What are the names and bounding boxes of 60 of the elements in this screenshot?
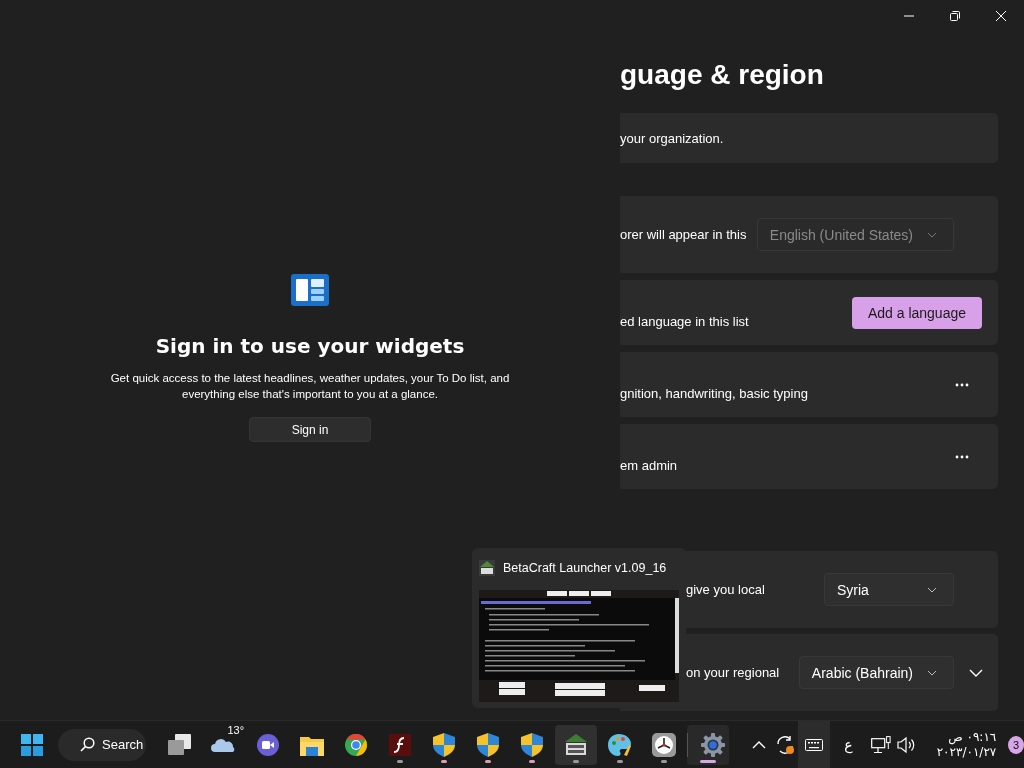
sign-in-button[interactable]: Sign in [249,417,371,442]
sync-icon [775,734,796,755]
dropdown[interactable]: Syria [824,573,954,606]
setting-description: give you local [685,582,766,597]
grass-block-icon [479,560,495,576]
chevron-down-icon [927,231,937,238]
taskbar-button[interactable]: 13° [203,724,246,765]
task-view-icon [168,733,193,756]
close-icon [995,10,1007,22]
page-title: guage & region [620,58,825,92]
widgets-heading: Sign in to use your widgets [155,334,465,358]
running-indicator [617,759,624,763]
search-button[interactable]: Search [58,728,147,761]
widgets-icon [291,274,329,306]
clock-button[interactable]: ٠٩:١٦ ص ٢٠٢٣/٠١/٢٧ [930,729,1003,760]
taskbar-button[interactable] [555,724,598,765]
window-title: BetaCraft Launcher v1.09_16 [503,561,667,575]
more-icon [955,454,969,459]
shield-icon [521,732,544,757]
chevron-up-icon [752,740,767,749]
keyboard-icon [805,738,824,751]
taskbar-button[interactable] [687,724,730,765]
more-icon [955,382,969,387]
setting-description: orer will appear in this [620,227,748,242]
tray-button[interactable] [798,720,831,768]
player-app-icon [389,733,412,756]
widgets-description: Get quick access to the latest headlines, weather updates, your To Do list, and everything else that's important to you at a glance. [110,371,510,402]
running-indicator [573,759,580,763]
clock-icon [652,732,677,757]
browser-icon [344,732,369,757]
window-preview[interactable]: BetaCraft Launcher v1.09_16 [472,548,686,708]
volume-icon [896,735,917,754]
dropdown[interactable]: Arabic (Bahrain) [798,656,954,689]
setting-description: ed language in this list [620,313,750,329]
running-indicator [529,759,536,763]
running-indicator [397,759,404,763]
add-language-button[interactable]: Add a language [851,296,982,329]
chevron-down-icon [927,586,937,593]
shield-icon [433,732,456,757]
setting-description: gnition, handwriting, basic typing [620,385,809,401]
maximize-icon [949,10,961,22]
start-icon [21,733,43,756]
settings-icon [700,732,725,757]
running-indicator [485,759,492,763]
setting-description: your organization. [620,130,725,146]
palette-icon [607,732,634,757]
search-icon [80,737,95,752]
running-indicator [661,759,668,763]
shield-icon [477,732,500,757]
setting-description: on your regional [685,665,781,680]
setting-description: em admin [620,457,679,473]
video-chat-icon [256,732,281,757]
temperature: 13° [226,723,246,736]
notification-badge[interactable]: 3 [1008,735,1024,754]
network-icon [870,735,891,754]
running-indicator [441,759,448,763]
running-indicator [700,759,717,763]
input-language-button[interactable]: ع [830,724,867,765]
chevron-down-icon [927,669,937,676]
chevron-icon [969,668,983,677]
